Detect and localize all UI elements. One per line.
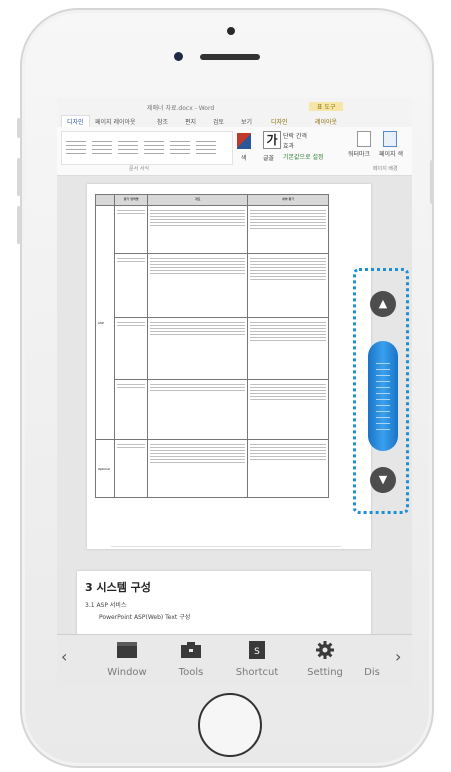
ribbon-tabs: 디자인 페이지 레이아웃 참조 편지 검토 보기 디자인 레이아웃 <box>57 114 412 127</box>
home-button[interactable] <box>198 693 262 757</box>
document-page: 평가 영역명 개요 세부 평가 ASP Optimal <box>87 184 371 549</box>
toolbar-display-label: Dis <box>364 667 380 678</box>
subsection-heading: 3.1 ASP 서비스 <box>85 602 127 609</box>
page-color-label: 페이지 색 <box>379 151 403 158</box>
table-tools-label: 표 도구 <box>309 102 344 111</box>
scroll-thumb[interactable] <box>368 341 398 451</box>
evaluation-table: 평가 영역명 개요 세부 평가 ASP Optimal <box>95 194 329 498</box>
bottom-toolbar: ‹ Window Tools S Shortcut Setting Dis › <box>57 634 412 686</box>
tab-references[interactable]: 참조 <box>157 117 168 126</box>
row-group-label-optimal: Optimal <box>95 439 115 498</box>
set-default-button[interactable]: 기본값으로 설정 <box>283 152 324 161</box>
table-header-summary: 개요 <box>147 194 249 206</box>
gear-icon <box>316 641 334 659</box>
watermark-icon[interactable] <box>357 131 371 147</box>
scroll-down-button[interactable]: ▼ <box>370 467 396 493</box>
fonts-label: 글꼴 <box>263 155 275 162</box>
screen: 제매너 자료.docx - Word 표 도구 디자인 페이지 레이아웃 참조 … <box>57 98 412 686</box>
table-header-detail: 세부 평가 <box>247 194 329 206</box>
power-button <box>430 160 434 204</box>
colors-label: 색 <box>241 155 247 162</box>
row-group-label-asp: ASP <box>95 205 115 440</box>
fonts-icon[interactable]: 가 <box>263 131 281 149</box>
table-header-area: 평가 영역명 <box>113 194 149 206</box>
page-color-icon[interactable] <box>383 131 397 147</box>
effects-button[interactable]: 효과 <box>283 141 294 150</box>
style-gallery[interactable] <box>61 131 233 165</box>
tab-page-layout[interactable]: 페이지 레이아웃 <box>95 117 136 126</box>
page-background-group-label: 페이지 배경 <box>373 166 398 172</box>
volume-down-button <box>17 206 21 244</box>
front-camera <box>174 52 183 61</box>
toolbar-shortcut-button[interactable]: S Shortcut <box>227 641 287 678</box>
tab-mailings[interactable]: 편지 <box>185 117 196 126</box>
window-icon <box>117 642 137 658</box>
paragraph-spacing-button[interactable]: 단락 간격 <box>283 131 307 140</box>
volume-up-button <box>17 158 21 196</box>
toolbar-window-button[interactable]: Window <box>97 641 157 678</box>
mute-switch <box>17 118 21 138</box>
subsection-detail: PowerPoint ASP(Web) Text 구성 <box>99 614 191 621</box>
colors-icon[interactable] <box>237 133 251 149</box>
toolbar-shortcut-label: Shortcut <box>235 667 279 678</box>
tab-table-layout[interactable]: 레이아웃 <box>315 117 337 126</box>
svg-text:S: S <box>254 647 260 657</box>
display-icon <box>361 641 383 659</box>
toolbar-setting-button[interactable]: Setting <box>295 641 355 678</box>
tab-review[interactable]: 검토 <box>213 117 224 126</box>
toolbar-setting-label: Setting <box>307 667 343 678</box>
arrow-up-icon: ▲ <box>378 297 388 310</box>
document-page-2: 3 시스템 구성 3.1 ASP 서비스 PowerPoint ASP(Web)… <box>77 571 371 641</box>
proximity-sensor <box>227 27 235 35</box>
toolbar-next-button[interactable]: › <box>395 647 401 666</box>
scroll-control: ▲ ▼ <box>353 268 409 514</box>
watermark-label: 워터마크 <box>348 151 371 158</box>
tab-table-design[interactable]: 디자인 <box>271 117 288 126</box>
section-heading: 3 시스템 구성 <box>85 581 151 594</box>
toolbar-prev-button[interactable]: ‹ <box>61 647 67 666</box>
word-titlebar: 제매너 자료.docx - Word 표 도구 <box>57 98 412 114</box>
toolbar-tools-button[interactable]: Tools <box>161 641 221 678</box>
shortcut-icon: S <box>249 641 265 659</box>
ribbon: 문서 서식 색 가 글꼴 단락 간격 효과 기본값으로 설정 워터마크 페이지 … <box>57 127 412 176</box>
toolbar-tools-label: Tools <box>178 667 204 678</box>
tab-view[interactable]: 보기 <box>241 117 252 126</box>
document-title: 제매너 자료.docx - Word <box>147 105 215 112</box>
tab-design[interactable]: 디자인 <box>61 115 90 127</box>
scroll-up-button[interactable]: ▲ <box>370 291 396 317</box>
tools-icon <box>181 642 201 658</box>
arrow-down-icon: ▼ <box>378 473 388 486</box>
style-gallery-group-label: 문서 서식 <box>129 166 149 172</box>
toolbar-window-label: Window <box>107 667 147 678</box>
toolbar-display-button[interactable]: Dis <box>347 641 397 678</box>
earpiece-speaker <box>200 54 260 60</box>
page-footer-line <box>111 546 341 547</box>
